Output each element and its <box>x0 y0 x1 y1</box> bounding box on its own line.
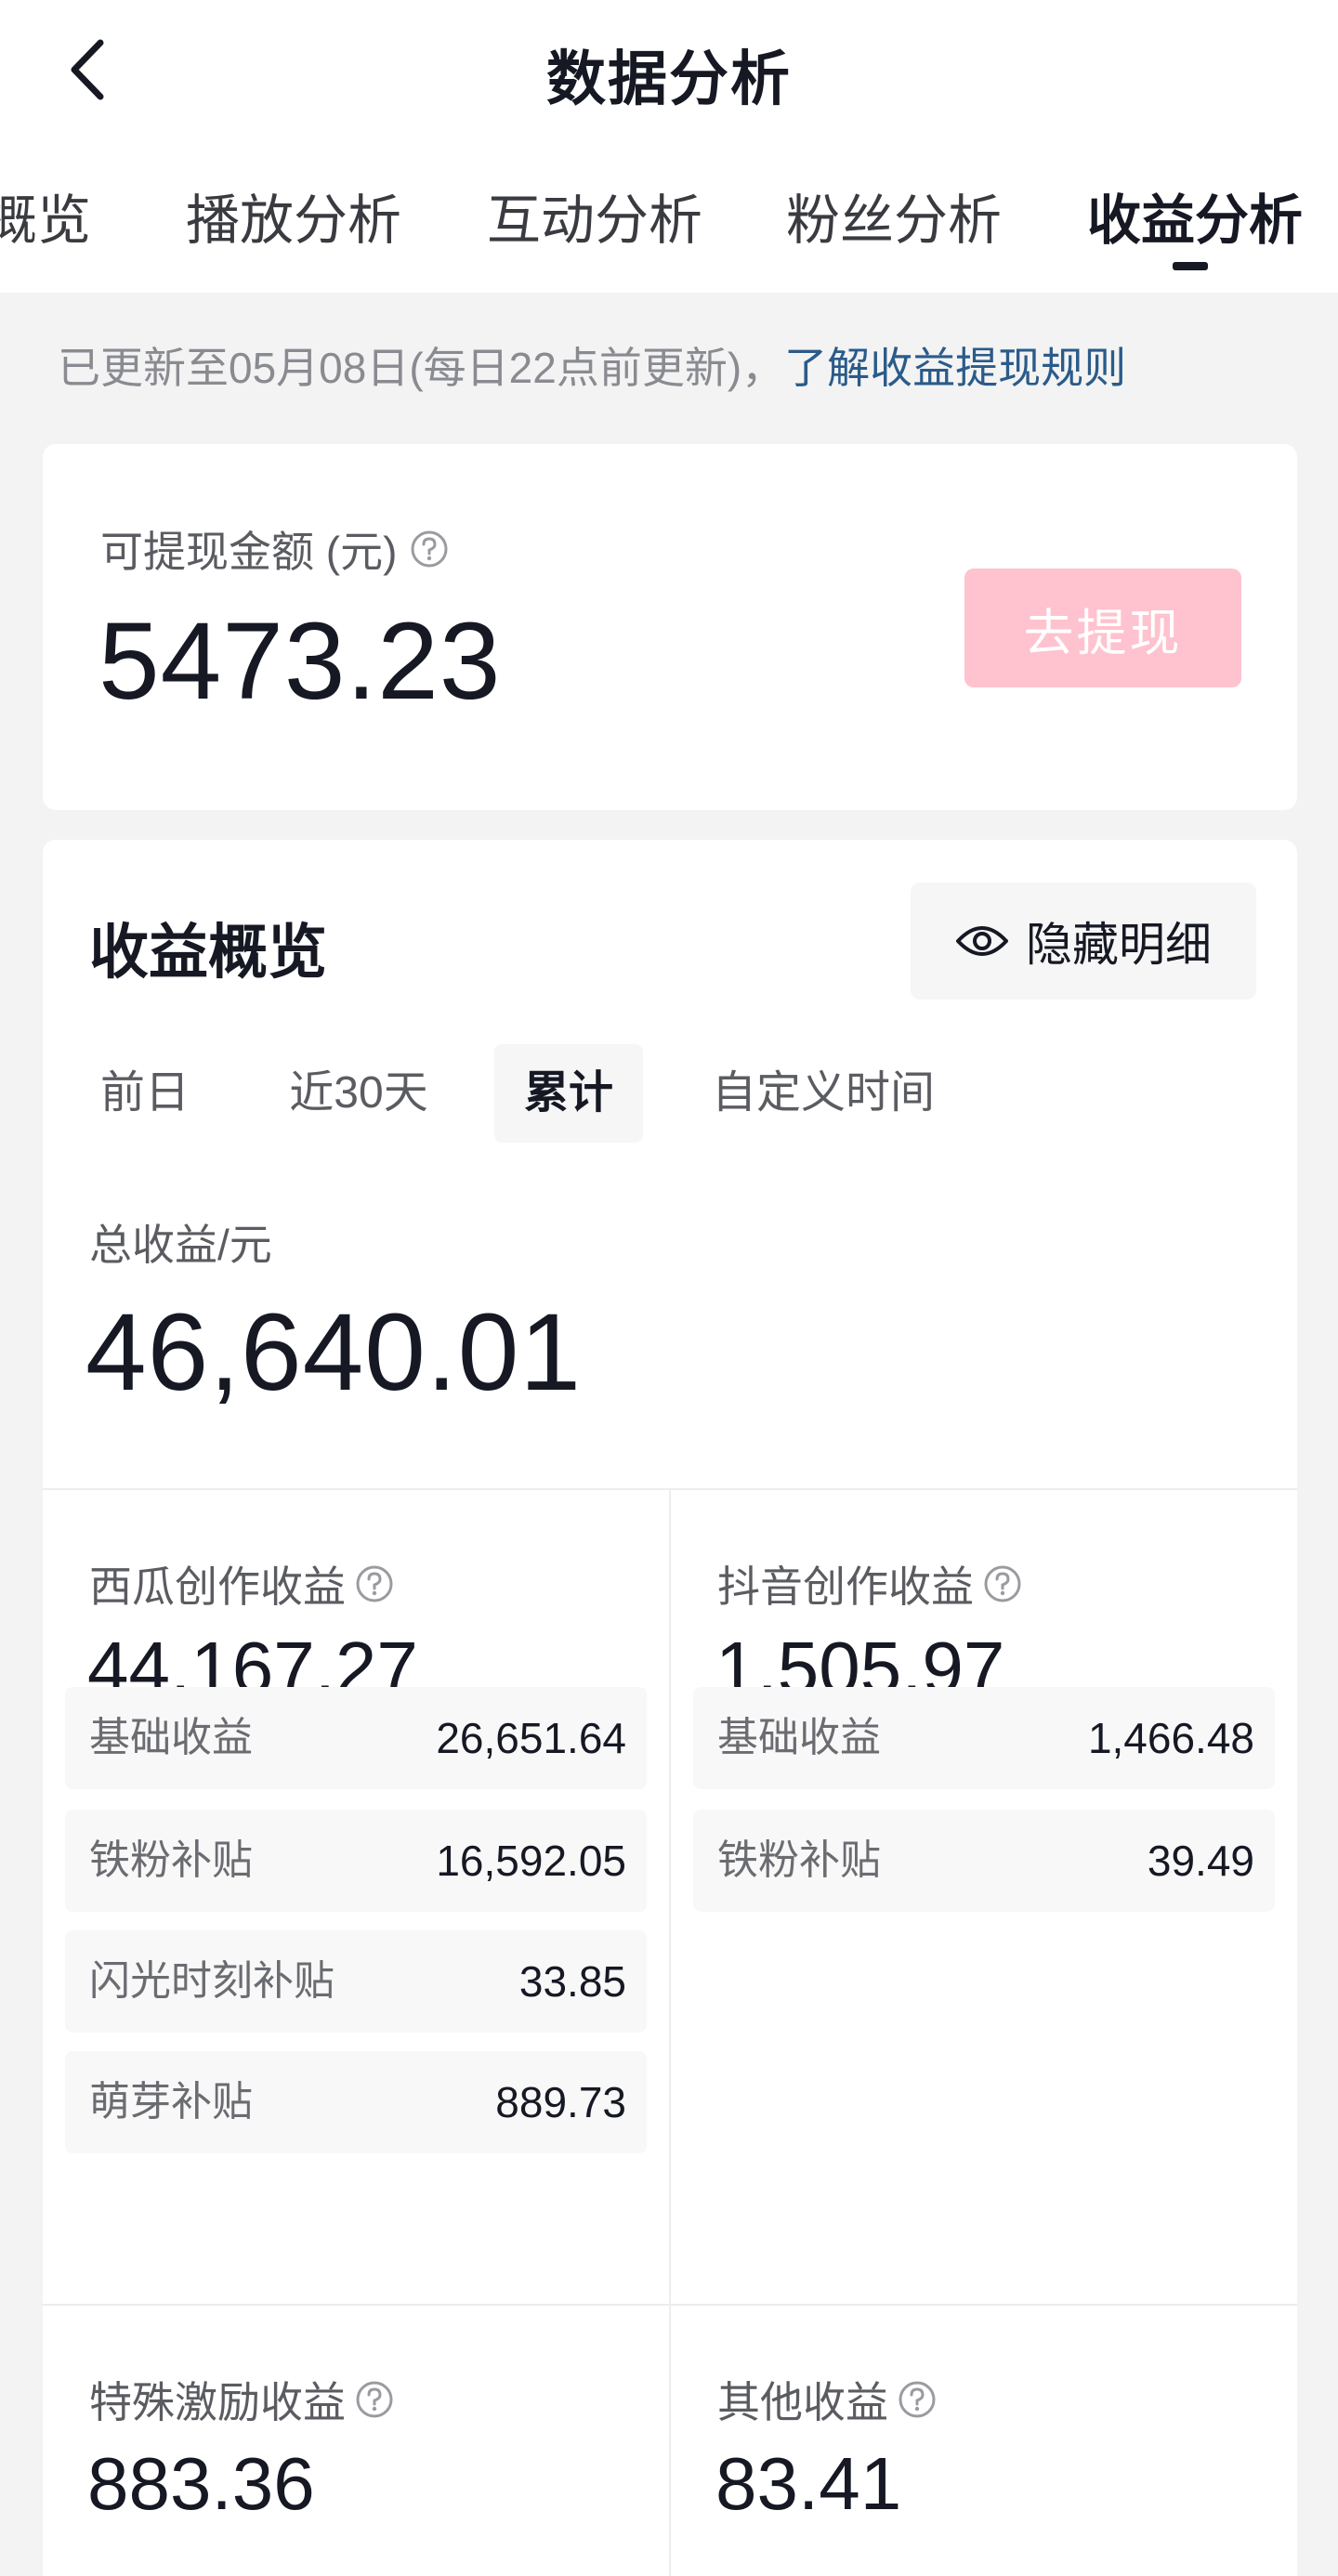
tab-overview[interactable]: 概览 <box>0 177 91 255</box>
special-label-row: 特殊激励收益 <box>89 2369 394 2430</box>
eye-icon <box>956 926 1008 956</box>
active-tab-indicator <box>1173 262 1208 270</box>
other-label-row: 其他收益 <box>717 2369 937 2430</box>
detail-row: 铁粉补贴 16,592.05 <box>65 1810 647 1912</box>
detail-value: 26,651.64 <box>436 1714 626 1762</box>
period-tabs: 前日 近30天 累计 自定义时间 <box>43 1044 1297 1146</box>
detail-name: 铁粉补贴 <box>89 1837 253 1883</box>
special-incentive-section: 特殊激励收益 883.36 <box>43 2304 669 2576</box>
withdraw-label: 可提现金额 (元) <box>100 528 398 576</box>
detail-name: 基础收益 <box>717 1715 881 1760</box>
withdraw-rules-link[interactable]: 了解收益提现规则 <box>784 344 1126 392</box>
detail-value: 33.85 <box>518 1957 626 2006</box>
tab-playback-analysis[interactable]: 播放分析 <box>186 177 401 255</box>
period-tab-30-days[interactable]: 近30天 <box>275 1044 442 1143</box>
withdraw-card: 可提现金额 (元) 5473.23 去提现 <box>43 444 1297 810</box>
other-revenue-section: 其他收益 83.41 <box>671 2304 1297 2576</box>
douyin-revenue-label: 抖音创作收益 <box>717 1563 974 1611</box>
revenue-overview-card: 收益概览 隐藏明细 前日 近30天 累计 自定义时间 总收益/元 46,640.… <box>43 840 1297 2576</box>
period-tab-cumulative[interactable]: 累计 <box>494 1044 643 1143</box>
hide-details-button[interactable]: 隐藏明细 <box>911 883 1256 1000</box>
period-tab-custom-time[interactable]: 自定义时间 <box>702 1044 944 1143</box>
tab-interaction-analysis[interactable]: 互动分析 <box>487 177 702 255</box>
help-icon[interactable] <box>410 530 449 569</box>
detail-row: 基础收益 26,651.64 <box>65 1687 647 1789</box>
douyin-label-row: 抖音创作收益 <box>717 1553 1022 1615</box>
tab-revenue-analysis[interactable]: 收益分析 <box>1087 177 1303 255</box>
detail-value: 16,592.05 <box>436 1837 626 1885</box>
help-icon[interactable] <box>355 1564 394 1603</box>
detail-name: 闪光时刻补贴 <box>89 1958 334 2004</box>
page-title: 数据分析 <box>546 46 792 112</box>
detail-name: 基础收益 <box>89 1715 253 1760</box>
withdraw-label-row: 可提现金额 (元) <box>100 518 449 580</box>
analysis-tabs: 概览 播放分析 互动分析 粉丝分析 收益分析 <box>0 177 1338 269</box>
header: 数据分析 概览 播放分析 互动分析 粉丝分析 收益分析 <box>0 0 1338 293</box>
detail-row: 萌芽补贴 889.73 <box>65 2051 647 2153</box>
help-icon[interactable] <box>983 1564 1022 1603</box>
douyin-revenue-section: 抖音创作收益 1,505.97 基础收益 1,466.48 铁粉补贴 39.49 <box>671 1488 1297 2304</box>
period-tab-yesterday[interactable]: 前日 <box>89 1044 201 1143</box>
help-icon[interactable] <box>355 2380 394 2419</box>
detail-value: 39.49 <box>1147 1837 1254 1885</box>
detail-row: 基础收益 1,466.48 <box>693 1687 1275 1789</box>
update-notice-text: 已更新至05月08日(每日22点前更新)， <box>58 344 785 392</box>
detail-row: 铁粉补贴 39.49 <box>693 1810 1275 1912</box>
special-incentive-amount: 883.36 <box>87 2442 315 2525</box>
withdraw-button[interactable]: 去提现 <box>964 569 1241 687</box>
xigua-label-row: 西瓜创作收益 <box>89 1553 394 1615</box>
total-revenue-label: 总收益/元 <box>89 1221 272 1269</box>
help-icon[interactable] <box>898 2380 937 2419</box>
withdraw-amount: 5473.23 <box>98 600 502 723</box>
detail-name: 铁粉补贴 <box>717 1837 881 1883</box>
special-incentive-label: 特殊激励收益 <box>89 2378 346 2426</box>
overview-title: 收益概览 <box>89 919 327 986</box>
xigua-revenue-label: 西瓜创作收益 <box>89 1563 346 1611</box>
detail-value: 1,466.48 <box>1087 1714 1254 1762</box>
tab-fans-analysis[interactable]: 粉丝分析 <box>786 177 1002 255</box>
other-revenue-label: 其他收益 <box>717 2378 888 2426</box>
total-revenue-amount: 46,640.01 <box>85 1291 582 1414</box>
xigua-revenue-section: 西瓜创作收益 44,167.27 基础收益 26,651.64 铁粉补贴 16,… <box>43 1488 669 2304</box>
detail-row: 闪光时刻补贴 33.85 <box>65 1930 647 2033</box>
detail-value: 889.73 <box>495 2078 626 2126</box>
update-notice: 已更新至05月08日(每日22点前更新)，了解收益提现规则 <box>58 334 1126 396</box>
other-revenue-amount: 83.41 <box>715 2442 902 2525</box>
detail-name: 萌芽补贴 <box>89 2079 253 2125</box>
hide-details-label: 隐藏明细 <box>1026 919 1212 971</box>
